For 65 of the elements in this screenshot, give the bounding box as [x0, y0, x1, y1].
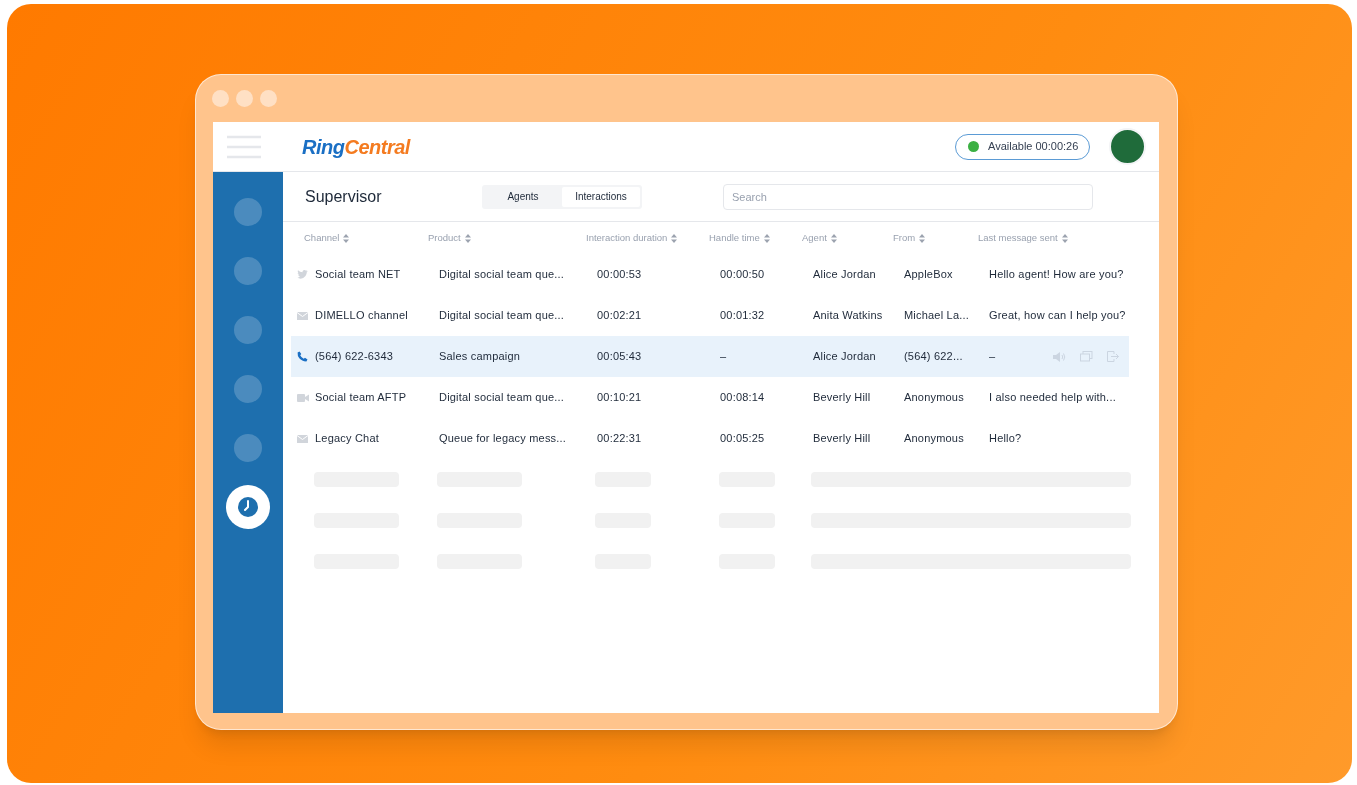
- table-cell-text: –: [720, 349, 728, 365]
- table-cell-text: Legacy Chat: [315, 431, 380, 447]
- table-cell-text: Alice Jordan: [813, 349, 877, 365]
- camera-icon: [297, 393, 309, 402]
- table-cell-text: Digital social team que...: [439, 390, 566, 406]
- table-row[interactable]: Legacy Chat Queue for legacy mess... 00:22:31 00:05:25 Beverly Hill Anonymous Hello?: [291, 418, 1129, 459]
- table-row[interactable]: (564) 622-6343 Sales campaign 00:05:43 – Alice Jordan (564) 622... –: [291, 336, 1129, 377]
- search-field[interactable]: Search: [723, 183, 1093, 210]
- exit-icon[interactable]: [1107, 351, 1119, 362]
- table-cell-text: Beverly Hill: [813, 431, 872, 447]
- table-cell-text: Beverly Hill: [813, 390, 872, 406]
- table-cell-text: Anonymous: [904, 390, 965, 406]
- speaker-icon[interactable]: [1053, 351, 1066, 362]
- table-cell-text: Digital social team que...: [439, 267, 566, 283]
- table-cell-text: (564) 622...: [904, 349, 964, 365]
- table-cell-text: DIMELLO channel: [315, 308, 409, 324]
- sort-icon[interactable]: [1061, 233, 1068, 243]
- table-cell-text: (564) 622-6343: [315, 349, 395, 365]
- clock-icon: [237, 496, 259, 518]
- sort-icon[interactable]: [830, 233, 837, 243]
- tab[interactable]: Agents: [484, 186, 562, 207]
- table-cell-text: Hello?: [989, 431, 1023, 447]
- bird-icon: [297, 270, 308, 279]
- table-cell-text: 00:00:50: [720, 267, 766, 283]
- envelope-icon: [297, 311, 308, 320]
- table-cell-text: AppleBox: [904, 267, 954, 283]
- logo: RingCentral: [302, 134, 410, 160]
- table-cell-text: 00:05:25: [720, 431, 766, 447]
- table-cell-text: I also needed help with...: [989, 390, 1117, 406]
- status-label: Available 00:00:26: [988, 139, 1079, 155]
- table-cell-text: 00:02:21: [597, 308, 643, 324]
- sort-icon[interactable]: [671, 233, 678, 243]
- table-cell-text: Hello agent! How are you?: [989, 267, 1125, 283]
- tab[interactable]: Interactions: [562, 186, 640, 207]
- sort-icon[interactable]: [464, 233, 471, 243]
- sort-icon[interactable]: [343, 233, 350, 243]
- table-cell-text: 00:22:31: [597, 431, 643, 447]
- windows-icon[interactable]: [1080, 351, 1093, 362]
- sort-icon[interactable]: [763, 233, 770, 243]
- menu-icon[interactable]: [227, 134, 261, 159]
- table-cell-text: Michael La...: [904, 308, 970, 324]
- page-title: Supervisor: [305, 186, 383, 207]
- table-cell-text: Social team NET: [315, 267, 402, 283]
- phone-icon: [297, 351, 308, 362]
- avatar[interactable]: [1109, 128, 1146, 165]
- table-cell-text: Great, how can I help you?: [989, 308, 1127, 324]
- envelope-icon: [297, 434, 308, 443]
- table-cell-text: 00:10:21: [597, 390, 643, 406]
- table-row[interactable]: DIMELLO channel Digital social team que... 00:02:21 00:01:32 Anita Watkins Michael La... Great, how can I help you?: [291, 295, 1129, 336]
- table-cell-text: 00:00:53: [597, 267, 643, 283]
- table-cell-text: Queue for legacy mess...: [439, 431, 568, 447]
- sort-icon[interactable]: [919, 233, 926, 243]
- sidebar-item[interactable]: [226, 485, 270, 529]
- table-cell-text: 00:01:32: [720, 308, 766, 324]
- table-cell-text: Alice Jordan: [813, 267, 877, 283]
- table-row[interactable]: Social team NET Digital social team que... 00:00:53 00:00:50 Alice Jordan AppleBox Hello agent! How are you?: [291, 254, 1129, 295]
- table-cell-text: Social team AFTP: [315, 390, 408, 406]
- table-cell-text: 00:05:43: [597, 349, 643, 365]
- table-cell-text: –: [989, 349, 997, 365]
- table-cell-text: Sales campaign: [439, 349, 522, 365]
- table-cell-text: Anita Watkins: [813, 308, 884, 324]
- table-cell-text: Digital social team que...: [439, 308, 566, 324]
- table-row[interactable]: Social team AFTP Digital social team que... 00:10:21 00:08:14 Beverly Hill Anonymous I also needed help with...: [291, 377, 1129, 418]
- table-cell-text: Anonymous: [904, 431, 965, 447]
- table-cell-text: 00:08:14: [720, 390, 766, 406]
